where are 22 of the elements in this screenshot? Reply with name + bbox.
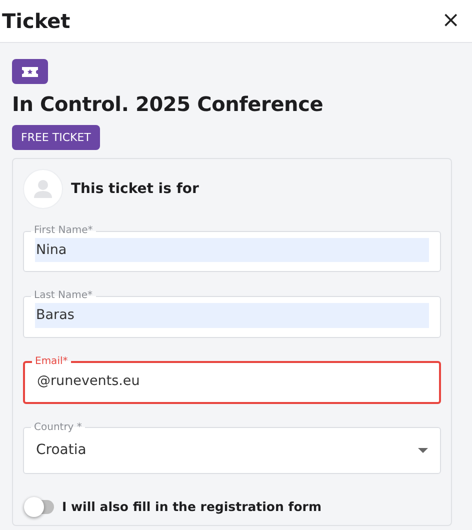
input-field[interactable]: Baras bbox=[35, 303, 429, 328]
ticket-type-button[interactable]: FREE TICKET bbox=[12, 125, 100, 150]
dropdown-caret-icon bbox=[418, 448, 428, 453]
close-button[interactable]: × bbox=[438, 10, 464, 32]
field-label: Country * bbox=[33, 422, 83, 434]
input-field[interactable]: @runevents.eu bbox=[36, 368, 428, 393]
ticket-icon bbox=[12, 59, 48, 84]
text-field[interactable]: Last Name* Baras bbox=[23, 290, 441, 338]
toggle-switch[interactable] bbox=[26, 500, 54, 514]
country-select[interactable]: Country * Croatia bbox=[23, 422, 441, 474]
field-label: First Name* bbox=[33, 225, 94, 237]
text-field[interactable]: Email* @runevents.eu bbox=[23, 356, 441, 404]
field-label: Last Name* bbox=[33, 290, 94, 302]
avatar-icon bbox=[23, 169, 63, 209]
text-field[interactable]: First Name* Nina bbox=[23, 225, 441, 272]
field-label: Email* bbox=[34, 356, 69, 368]
toggle-label: I will also fill in the registration form bbox=[62, 498, 322, 516]
event-title: In Control. 2025 Conference bbox=[12, 92, 324, 116]
section-heading: This ticket is for bbox=[71, 180, 199, 198]
window-title: Ticket bbox=[2, 9, 70, 33]
select-value: Croatia bbox=[36, 440, 86, 460]
input-field[interactable]: Nina bbox=[35, 238, 429, 262]
